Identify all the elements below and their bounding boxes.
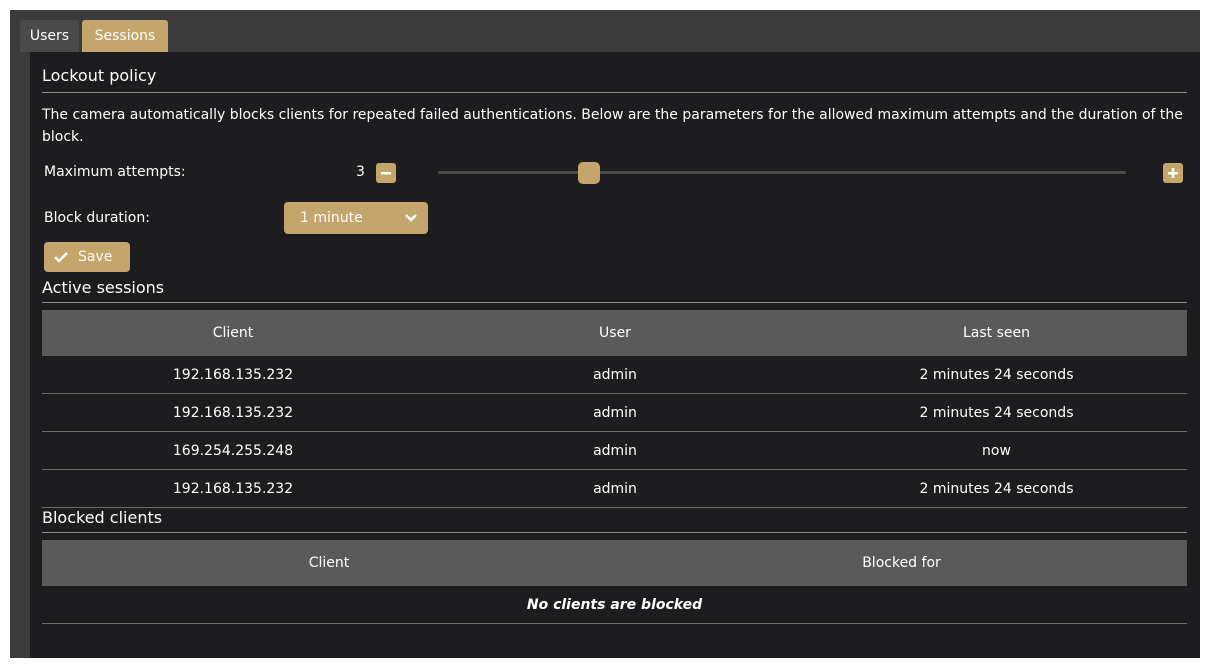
column-header-blocked-for: Blocked for	[616, 540, 1187, 586]
column-header-last-seen: Last seen	[806, 310, 1187, 356]
blocked-clients-table: Client Blocked for No clients are blocke…	[42, 540, 1187, 624]
session-client: 192.168.135.232	[42, 393, 424, 432]
tab-users[interactable]: Users	[20, 20, 79, 52]
session-last-seen: 2 minutes 24 seconds	[806, 356, 1187, 394]
decrement-button[interactable]	[376, 163, 396, 183]
block-duration-value: 1 minute	[300, 210, 363, 226]
block-duration-label: Block duration:	[44, 210, 150, 226]
table-row: 192.168.135.232 admin 2 minutes 24 secon…	[42, 356, 1187, 394]
block-duration-select[interactable]: 1 minute	[284, 202, 428, 234]
slider-handle[interactable]	[578, 162, 601, 184]
session-last-seen: 2 minutes 24 seconds	[806, 393, 1187, 432]
lockout-policy-title: Lockout policy	[42, 66, 157, 85]
no-blocked-clients-message: No clients are blocked	[42, 586, 1187, 624]
session-user: admin	[424, 393, 806, 432]
table-header-row: Client User Last seen	[42, 310, 1187, 356]
checkmark-icon	[54, 252, 68, 263]
session-user: admin	[424, 431, 806, 470]
minus-icon	[381, 172, 391, 175]
save-button-label: Save	[78, 249, 113, 265]
blocked-clients-title: Blocked clients	[42, 508, 163, 527]
increment-button[interactable]	[1163, 163, 1183, 183]
sessions-panel: Lockout policy The camera automatically …	[30, 52, 1200, 658]
session-last-seen: 2 minutes 24 seconds	[806, 469, 1187, 508]
plus-icon	[1168, 168, 1178, 178]
session-client: 192.168.135.232	[42, 356, 424, 394]
max-attempts-slider[interactable]	[438, 171, 1126, 174]
table-header-row: Client Blocked for	[42, 540, 1187, 586]
column-header-client: Client	[42, 310, 424, 356]
table-row: 192.168.135.232 admin 2 minutes 24 secon…	[42, 393, 1187, 432]
save-button[interactable]: Save	[44, 242, 130, 272]
divider	[42, 302, 1187, 303]
session-client: 169.254.255.248	[42, 431, 424, 470]
active-sessions-title: Active sessions	[42, 278, 165, 297]
session-last-seen: now	[806, 431, 1187, 470]
session-user: admin	[424, 469, 806, 508]
divider	[42, 532, 1187, 533]
active-sessions-table: Client User Last seen 192.168.135.232 ad…	[42, 310, 1187, 508]
table-row: 169.254.255.248 admin now	[42, 431, 1187, 470]
column-header-user: User	[424, 310, 806, 356]
table-row: 192.168.135.232 admin 2 minutes 24 secon…	[42, 469, 1187, 508]
chevron-down-icon	[405, 214, 417, 222]
lockout-description: The camera automatically blocks clients …	[42, 107, 1183, 145]
session-client: 192.168.135.232	[42, 469, 424, 508]
empty-row: No clients are blocked	[42, 586, 1187, 624]
column-header-client: Client	[42, 540, 616, 586]
max-attempts-label: Maximum attempts:	[44, 164, 186, 180]
max-attempts-value: 3	[356, 164, 365, 180]
session-user: admin	[424, 356, 806, 394]
tab-sessions[interactable]: Sessions	[82, 20, 168, 52]
divider	[42, 92, 1187, 93]
